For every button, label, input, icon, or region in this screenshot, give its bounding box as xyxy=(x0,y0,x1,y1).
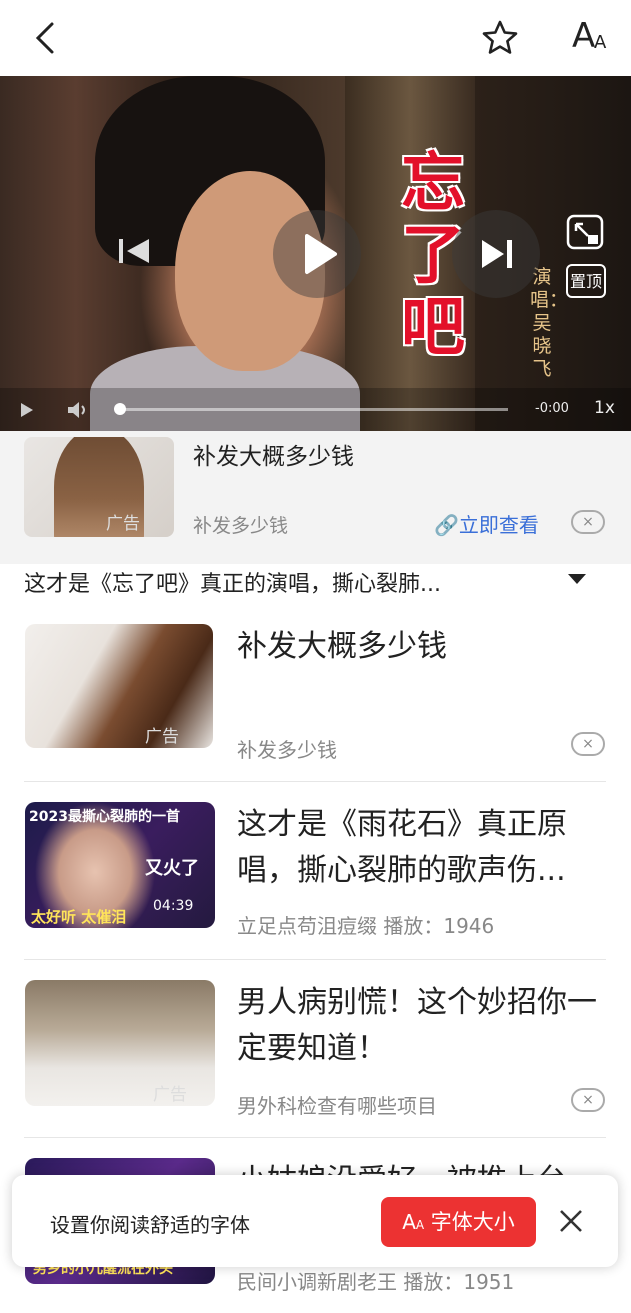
feed-title[interactable]: 这才是《雨花石》真正原唱，撕心裂肺的歌声伤... xyxy=(237,802,607,894)
play-button[interactable] xyxy=(273,210,361,298)
ad-view-link-label: 立即查看 xyxy=(458,513,539,537)
font-size-button-label: 字体大小 xyxy=(430,1210,515,1234)
ad-label: 广告 xyxy=(106,514,140,534)
feed-thumbnail[interactable]: 广告 xyxy=(25,624,213,748)
video-time: -0:00 xyxy=(535,401,569,416)
ad-source: 补发多少钱 xyxy=(193,515,289,537)
minimize-window-icon[interactable] xyxy=(566,214,604,250)
thumb-caption-mid: 又火了 xyxy=(145,858,199,879)
font-icon-small: A xyxy=(415,1218,425,1232)
small-play-icon[interactable] xyxy=(20,402,34,418)
ad-label: 广告 xyxy=(145,727,179,747)
font-size-icon[interactable]: A A xyxy=(570,16,610,58)
ad-thumbnail[interactable]: 广告 xyxy=(24,437,174,537)
next-track-button[interactable] xyxy=(452,210,540,298)
font-size-small-letter: A xyxy=(594,32,607,53)
feed-item-video[interactable]: 2023最撕心裂肺的一首 又火了 太好听 太催泪 04:39 这才是《雨花石》真… xyxy=(0,802,631,957)
divider xyxy=(24,1137,606,1138)
feed-source: 补发多少钱 xyxy=(237,738,337,762)
thumb-caption-top: 2023最撕心裂肺的一首 xyxy=(29,809,180,825)
feed-source: 民间小调新剧老王 播放：1951 xyxy=(237,1270,515,1294)
top-bar: A A xyxy=(0,0,631,76)
link-icon: 🔗 xyxy=(434,513,459,537)
star-outline-icon[interactable] xyxy=(480,18,520,58)
pin-top-button[interactable]: 置顶 xyxy=(566,264,606,298)
feed-title[interactable]: 男人病别慌！这个妙招你一定要知道！ xyxy=(237,980,607,1072)
feed-thumbnail[interactable]: 广告 xyxy=(25,980,215,1106)
font-icon: A xyxy=(402,1210,416,1234)
font-settings-toast: 设置你阅读舒适的字体 AA 字体大小 xyxy=(12,1175,618,1267)
playback-rate-button[interactable]: 1x xyxy=(594,398,615,418)
next-track-icon xyxy=(482,240,512,268)
video-progress-track[interactable] xyxy=(118,408,508,411)
divider xyxy=(24,959,606,960)
toast-message: 设置你阅读舒适的字体 xyxy=(50,1213,250,1237)
expand-chevron-icon[interactable] xyxy=(568,574,586,584)
feed-source: 立足点苟沮痘缀 播放：1946 xyxy=(237,914,495,938)
top-ad-banner[interactable]: 广告 补发大概多少钱 补发多少钱 🔗立即查看 × xyxy=(0,431,631,564)
ad-close-button[interactable]: × xyxy=(571,510,605,534)
close-icon[interactable] xyxy=(558,1208,584,1234)
thumb-caption-bottom: 太好听 太催泪 xyxy=(31,908,127,926)
feed-close-button[interactable]: × xyxy=(571,732,605,756)
feed-item-ad[interactable]: 广告 补发大概多少钱 补发多少钱 × xyxy=(0,624,631,779)
ad-title[interactable]: 补发大概多少钱 xyxy=(193,437,354,471)
divider xyxy=(24,781,606,782)
video-title[interactable]: 这才是《忘了吧》真正的演唱，撕心裂肺... xyxy=(24,566,441,598)
song-title-char: 吧 xyxy=(401,290,465,365)
play-icon xyxy=(305,234,337,274)
ad-label: 广告 xyxy=(153,1085,187,1105)
font-size-button[interactable]: AA 字体大小 xyxy=(381,1197,536,1247)
feed-thumbnail[interactable]: 2023最撕心裂肺的一首 又火了 太好听 太催泪 04:39 xyxy=(25,802,215,928)
feed-title[interactable]: 补发大概多少钱 xyxy=(237,624,607,670)
feed-source: 男外科检查有哪些项目 xyxy=(237,1094,437,1118)
ad-view-link[interactable]: 🔗立即查看 xyxy=(434,509,539,538)
feed-item-ad[interactable]: 广告 男人病别慌！这个妙招你一定要知道！ 男外科检查有哪些项目 × xyxy=(0,980,631,1135)
feed-close-button[interactable]: × xyxy=(571,1088,605,1112)
font-size-big-letter: A xyxy=(572,16,596,56)
video-duration: 04:39 xyxy=(153,898,194,914)
back-arrow-icon[interactable] xyxy=(30,20,64,56)
previous-track-icon[interactable] xyxy=(117,236,153,266)
volume-icon[interactable] xyxy=(66,400,90,420)
video-progress-handle[interactable] xyxy=(114,403,126,415)
video-player[interactable]: 忘 了 吧 演唱：吴晓飞 置顶 -0:00 1x xyxy=(0,76,631,431)
